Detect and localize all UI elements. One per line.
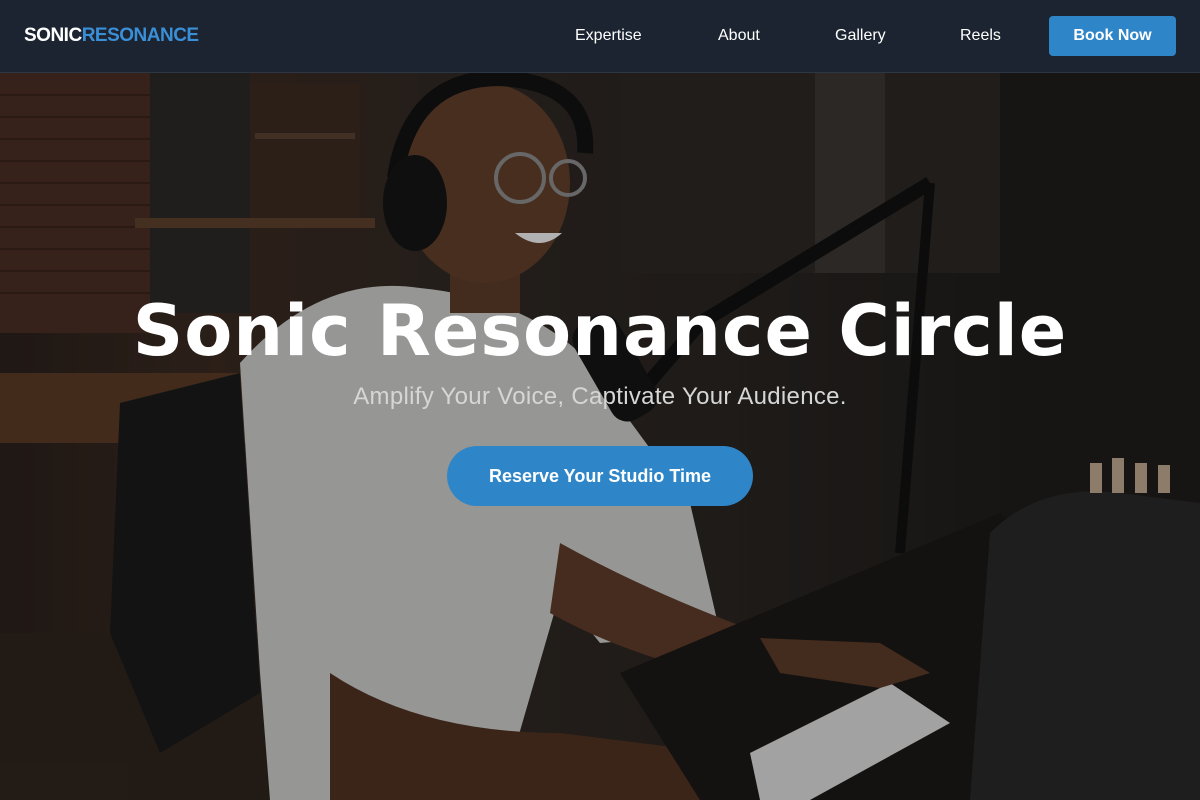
brand-word-sonic: SONIC [24, 25, 82, 46]
nav-link-expertise[interactable]: Expertise [575, 25, 642, 47]
book-now-button[interactable]: Book Now [1049, 16, 1176, 56]
nav-link-gallery[interactable]: Gallery [835, 25, 886, 47]
brand-logo[interactable]: SONICRESONANCE [24, 25, 199, 47]
dark-overlay [0, 73, 1200, 800]
nav-link-reels[interactable]: Reels [960, 25, 1001, 47]
hero-section: Sonic Resonance Circle Amplify Your Voic… [0, 73, 1200, 800]
nav-link-about[interactable]: About [718, 25, 760, 47]
top-navbar: SONICRESONANCE Expertise About Gallery R… [0, 0, 1200, 73]
hero-subtitle: Amplify Your Voice, Captivate Your Audie… [353, 383, 847, 410]
reserve-studio-button[interactable]: Reserve Your Studio Time [447, 446, 753, 506]
brand-word-resonance: RESONANCE [81, 25, 199, 46]
hero-title: Sonic Resonance Circle [132, 290, 1068, 372]
